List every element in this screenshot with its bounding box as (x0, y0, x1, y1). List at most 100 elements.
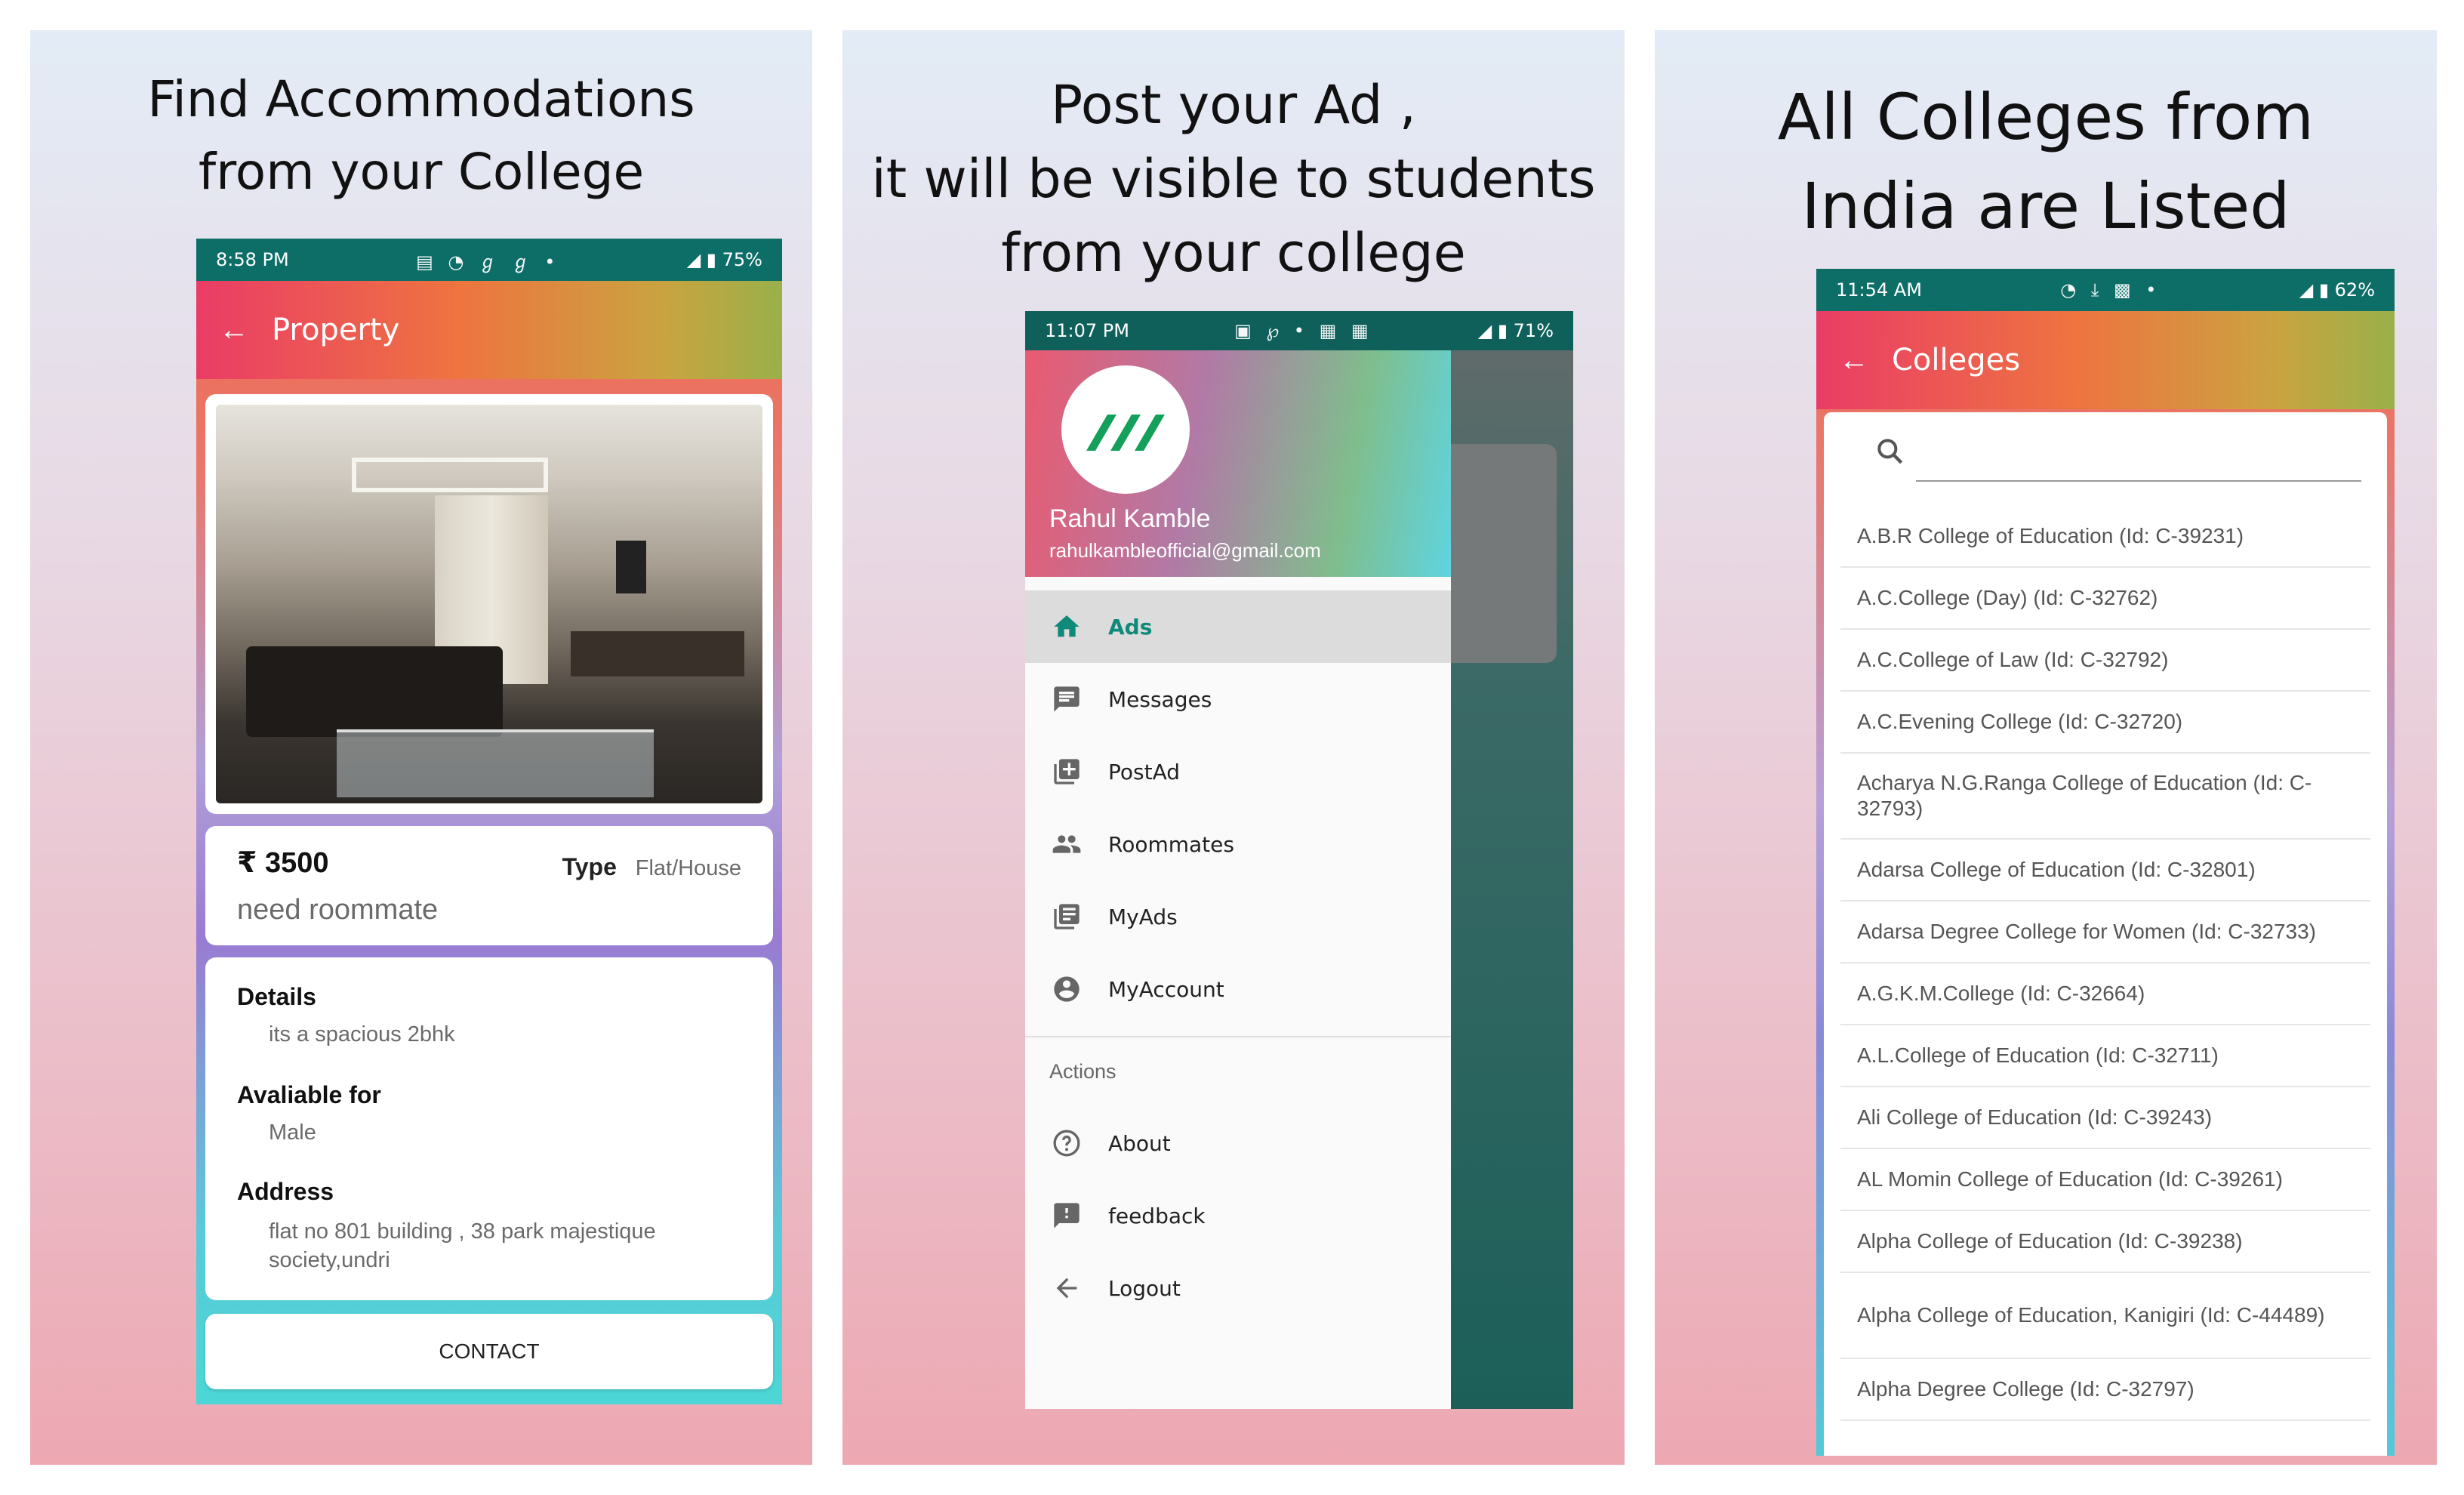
feedback-icon (1025, 1201, 1108, 1231)
college-name: Alpha Degree College (Id: C-32797) (1857, 1377, 2194, 1401)
college-name: Adarsa College of Education (Id: C-32801… (1857, 858, 2256, 881)
status-time: 8:58 PM (216, 249, 289, 270)
headline-line: India are Listed (1801, 169, 2290, 243)
headline-line: All Colleges from (1777, 80, 2315, 154)
college-name: Alpha College of Education (Id: C-39238) (1857, 1229, 2243, 1253)
drawer-scrim[interactable] (1451, 350, 1573, 1409)
price-card: ₹ 3500 Type Flat/House need roommate (205, 826, 773, 945)
address-value: flat no 801 building , 38 park majestiqu… (269, 1219, 656, 1272)
home-icon (1025, 612, 1108, 642)
college-list-item[interactable]: Acharya N.G.Ranga College of Education (… (1840, 754, 2370, 840)
type-value: Flat/House (635, 856, 741, 880)
details-label: Details (237, 983, 316, 1010)
phone-drawer: 11:07 PM ▣ ℘ • ▦ ▦ ◢ ▮ 71% Rahul Kamble … (1025, 311, 1573, 1409)
user-email: rahulkambleofficial@gmail.com (1049, 539, 1321, 562)
college-list-item[interactable]: Alpha College of Education (Id: C-39238) (1840, 1211, 2370, 1273)
panel-find-accommodations: Find Accommodations from your College 8:… (30, 30, 812, 1465)
status-right: ◢ ▮ 75% (686, 249, 762, 270)
type-row: Type Flat/House (562, 853, 741, 881)
drawer-item-label: MyAccount (1108, 976, 1224, 1002)
user-name: Rahul Kamble (1049, 504, 1211, 533)
status-bar: 11:07 PM ▣ ℘ • ▦ ▦ ◢ ▮ 71% (1025, 311, 1573, 350)
details-value: its a spacious 2bhk (269, 1022, 455, 1046)
college-list-item[interactable]: Adarsa Degree College for Women (Id: C-3… (1840, 902, 2370, 963)
college-name: A.B.R College of Education (Id: C-39231) (1857, 524, 2244, 547)
panel-post-ad: Post your Ad , it will be visible to stu… (842, 30, 1625, 1465)
details-card: Details its a spacious 2bhk Avaliable fo… (205, 957, 773, 1300)
college-list-item[interactable]: A.C.College of Law (Id: C-32792) (1840, 630, 2370, 692)
drawer-item-about[interactable]: About (1025, 1107, 1451, 1179)
college-name: Adarsa Degree College for Women (Id: C-3… (1857, 920, 2317, 943)
property-photo[interactable] (216, 405, 762, 803)
panel-all-colleges: All Colleges from India are Listed 11:54… (1655, 30, 2437, 1465)
price: ₹ 3500 (237, 847, 329, 879)
app-bar: ← Property (196, 281, 782, 379)
drawer-item-logout[interactable]: Logout (1025, 1252, 1451, 1324)
drawer-item-myaccount[interactable]: MyAccount (1025, 953, 1451, 1025)
battery-level: 62% (2334, 279, 2375, 301)
college-list-item[interactable]: Ali College of Education (Id: C-39243) (1840, 1087, 2370, 1149)
avatar[interactable] (1061, 365, 1190, 494)
drawer-item-label: About (1108, 1130, 1171, 1156)
address-label: Address (237, 1178, 334, 1205)
people-icon (1025, 829, 1108, 859)
panel-headline: Post your Ad , it will be visible to stu… (842, 68, 1625, 290)
college-name: AL Momin College of Education (Id: C-392… (1857, 1167, 2283, 1191)
college-list-item[interactable]: A.G.K.M.College (Id: C-32664) (1840, 963, 2370, 1025)
college-list-item[interactable]: AL Momin College of Education (Id: C-392… (1840, 1149, 2370, 1211)
status-icons: ▣ ℘ • ▦ ▦ (1234, 320, 1373, 341)
ceiling-light (352, 458, 548, 492)
drawer-item-label: Logout (1108, 1275, 1181, 1301)
help-icon (1025, 1128, 1108, 1158)
college-list-item[interactable]: Alpha College of Education, Kanigiri (Id… (1840, 1273, 2370, 1359)
cabinet (571, 631, 744, 677)
headline-line: from your college (1001, 222, 1466, 284)
drawer-item-myads[interactable]: MyAds (1025, 880, 1451, 953)
drawer-item-postad[interactable]: PostAd (1025, 735, 1451, 808)
account-circle-icon (1025, 974, 1108, 1004)
search-input[interactable] (1916, 438, 2361, 482)
glass-table (337, 729, 654, 797)
background-card (1451, 444, 1557, 663)
headline-line: Post your Ad , (1051, 74, 1416, 136)
photo-card (205, 394, 773, 814)
college-name: A.L.College of Education (Id: C-32711) (1857, 1043, 2219, 1067)
college-list-item[interactable]: A.B.R College of Education (Id: C-39231) (1840, 506, 2370, 568)
college-list-item[interactable]: A.L.College of Education (Id: C-32711) (1840, 1025, 2370, 1087)
drawer-divider (1025, 1036, 1451, 1037)
back-arrow-icon[interactable]: ← (196, 313, 272, 347)
status-icons: ▤ ◔ ℊ ℊ • (416, 251, 560, 273)
drawer-header: Rahul Kamble rahulkambleofficial@gmail.c… (1025, 350, 1451, 577)
headline-line: Find Accommodations (147, 70, 695, 128)
status-icons: ◔ ⤓ ▩ • (2060, 279, 2161, 301)
status-bar: 11:54 AM ◔ ⤓ ▩ • ◢ ▮ 62% (1816, 269, 2395, 311)
add-box-icon (1025, 757, 1108, 787)
college-list-item[interactable]: Adarsa College of Education (Id: C-32801… (1840, 840, 2370, 902)
drawer-item-label: Messages (1108, 686, 1212, 712)
college-list-item[interactable]: Alpha Degree College (Id: C-32797) (1840, 1359, 2370, 1421)
drawer-item-ads[interactable]: Ads (1025, 590, 1451, 663)
app-bar-title: Property (272, 313, 400, 347)
sofa (246, 646, 503, 737)
back-arrow-icon[interactable]: ← (1816, 344, 1892, 378)
drawer-item-roommates[interactable]: Roommates (1025, 808, 1451, 880)
drawer-item-label: MyAds (1108, 904, 1178, 929)
drawer-item-feedback[interactable]: feedback (1025, 1179, 1451, 1252)
drawer-item-messages[interactable]: Messages (1025, 663, 1451, 735)
college-name: Acharya N.G.Ranga College of Education (… (1857, 771, 2312, 820)
app-logo-icon (1086, 415, 1165, 451)
panel-headline: All Colleges from India are Listed (1655, 72, 2437, 251)
actions-header: Actions (1049, 1060, 1116, 1083)
college-name: A.C.College (Day) (Id: C-32762) (1857, 586, 2158, 609)
college-list-item[interactable]: A.C.College (Day) (Id: C-32762) (1840, 568, 2370, 630)
contact-button[interactable]: CONTACT (205, 1314, 773, 1389)
arrow-back-icon (1025, 1273, 1108, 1303)
search-icon (1874, 435, 1907, 472)
phone-property: 8:58 PM ▤ ◔ ℊ ℊ • ◢ ▮ 75% ← Property ₹ 3… (196, 239, 782, 1404)
college-list-item[interactable]: A.C.Evening College (Id: C-32720) (1840, 692, 2370, 754)
college-name: A.G.K.M.College (Id: C-32664) (1857, 982, 2145, 1005)
subtitle: need roommate (237, 894, 439, 926)
drawer-item-label: PostAd (1108, 759, 1181, 784)
battery-level: 71% (1513, 320, 1554, 341)
college-name: Ali College of Education (Id: C-39243) (1857, 1105, 2213, 1129)
